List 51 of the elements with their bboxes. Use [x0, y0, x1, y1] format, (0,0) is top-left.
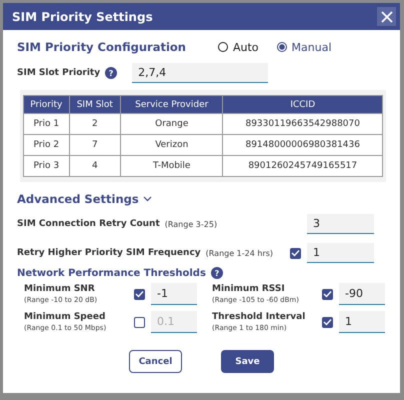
table-cell: Orange [120, 114, 223, 134]
checkbox[interactable] [134, 316, 145, 328]
threshold-label: Minimum SNR [24, 284, 96, 294]
table-cell: 89148000006980381436 [222, 134, 382, 156]
column-header: Service Provider [120, 96, 223, 114]
radio-button[interactable] [276, 42, 287, 52]
retry-count-field[interactable]: 3 [307, 214, 374, 234]
slot-priority-field[interactable]: 2,7,4 [132, 63, 268, 83]
section-title: Network Performance Thresholds [17, 268, 206, 278]
chevron-icon[interactable] [142, 196, 152, 202]
save-button[interactable]: Save [221, 350, 274, 373]
range-hint: (Range 3-25) [164, 220, 218, 228]
column-header: ICCID [222, 96, 382, 114]
table-cell: 4 [69, 156, 121, 176]
checkbox[interactable] [322, 288, 333, 300]
threshold-label: Minimum Speed [24, 312, 106, 322]
threshold-label: Minimum RSSI [212, 284, 286, 294]
range-hint: (Range 1-24 hrs) [206, 248, 274, 258]
field-label: SIM Connection Retry Count [17, 219, 160, 229]
table-cell: T-Mobile [120, 156, 223, 176]
retry-frequency-field[interactable]: 1 [307, 243, 374, 263]
table-cell: Prio 1 [24, 114, 70, 134]
column-header: SIM Slot [69, 96, 121, 114]
threshold-label: Threshold Interval [212, 312, 306, 322]
close-button[interactable] [377, 7, 396, 26]
table-cell: 89330119663542988070 [222, 114, 382, 134]
section-title: SIM Priority Configuration [17, 40, 186, 54]
checkbox[interactable] [290, 248, 301, 258]
help-icon[interactable]: ? [105, 67, 118, 79]
table-cell: 2 [69, 114, 121, 134]
field-label: Retry Higher Priority SIM Frequency [17, 248, 201, 258]
field-label: SIM Slot Priority [17, 68, 100, 78]
column-header: Priority [24, 96, 70, 114]
table-cell: 8901260245749165517 [222, 156, 382, 176]
radio-label: Manual [292, 40, 332, 54]
table-cell: Verizon [120, 134, 223, 156]
help-icon[interactable]: ? [210, 267, 223, 279]
table-cell: 7 [69, 134, 121, 156]
threshold-field[interactable]: -90 [339, 283, 385, 305]
cancel-button[interactable]: Cancel [129, 350, 182, 373]
advanced-settings-link[interactable]: Advanced Settings [17, 192, 139, 206]
threshold-field[interactable]: -1 [151, 283, 197, 305]
checkbox[interactable] [322, 316, 333, 328]
table-cell: Prio 3 [24, 156, 70, 176]
checkbox[interactable] [134, 288, 145, 300]
window-title: SIM Priority Settings [12, 10, 153, 24]
close-icon [380, 10, 392, 22]
threshold-field[interactable]: 1 [339, 311, 385, 333]
radio-label: Auto [233, 40, 259, 54]
table-cell: Prio 2 [24, 134, 70, 156]
radio-button[interactable] [218, 42, 228, 52]
